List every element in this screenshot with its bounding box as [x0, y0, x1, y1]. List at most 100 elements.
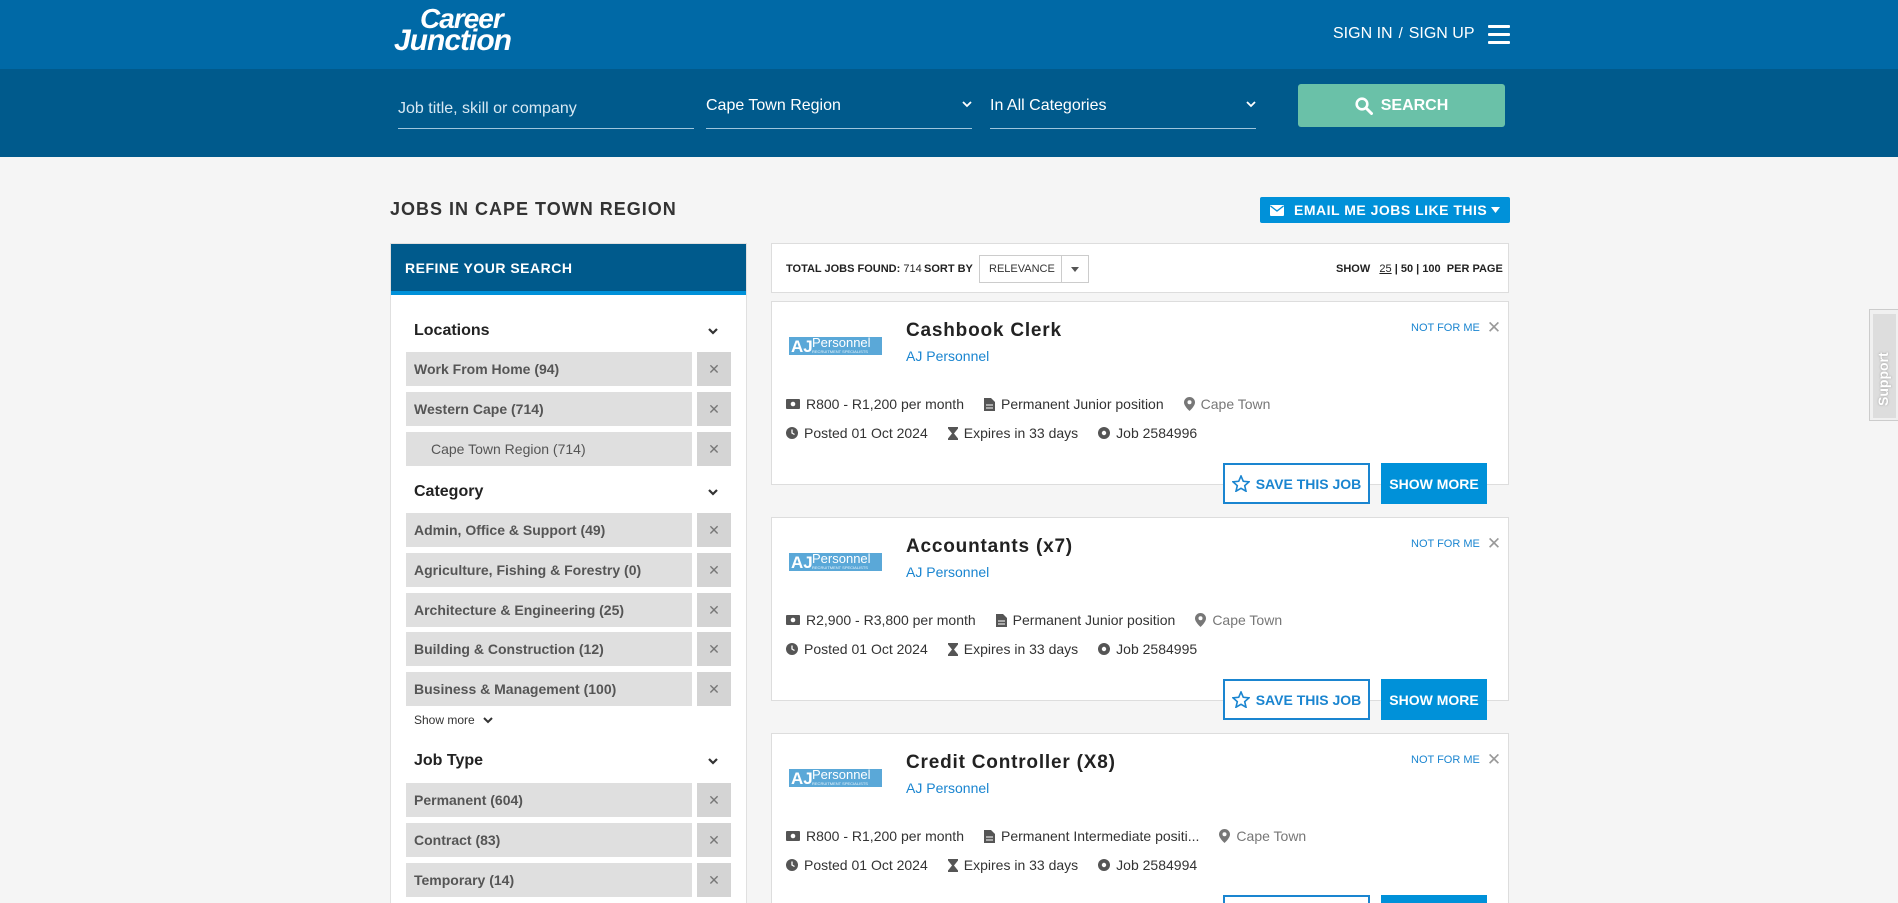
- sort-dropdown-toggle[interactable]: [1061, 256, 1088, 282]
- career-junction-logo[interactable]: Career Junction: [394, 5, 518, 56]
- remove-filter-icon[interactable]: ✕: [697, 823, 731, 857]
- filter-chip-cape-town-region[interactable]: Cape Town Region (714): [406, 432, 692, 466]
- search-button[interactable]: SEARCH: [1298, 84, 1505, 127]
- save-job-button[interactable]: SAVE THIS JOB: [1223, 679, 1370, 720]
- show-more-button[interactable]: SHOW MORE: [1381, 679, 1487, 720]
- job-reference: Job 2584994: [1116, 857, 1198, 873]
- reference-icon: [1098, 859, 1111, 871]
- remove-filter-icon[interactable]: ✕: [697, 392, 731, 426]
- job-title-link[interactable]: Credit Controller (X8): [906, 752, 1116, 774]
- support-tab[interactable]: Support: [1869, 309, 1898, 421]
- sign-in-link[interactable]: SIGN IN: [1333, 25, 1393, 42]
- job-meta-row: Posted 01 Oct 2024 Expires in 33 days Jo…: [786, 857, 1217, 873]
- save-job-label: SAVE THIS JOB: [1255, 691, 1362, 708]
- save-job-button[interactable]: SAVE THIS JOB: [1223, 463, 1370, 504]
- search-button-label: SEARCH: [1380, 96, 1449, 114]
- category-show-more-link[interactable]: Show more: [414, 713, 493, 727]
- job-meta-row: Posted 01 Oct 2024 Expires in 33 days Jo…: [786, 425, 1217, 441]
- close-icon[interactable]: ✕: [1487, 751, 1501, 768]
- close-icon[interactable]: ✕: [1487, 319, 1501, 336]
- remove-filter-icon[interactable]: ✕: [697, 432, 731, 466]
- not-for-me-label: NOT FOR ME: [1411, 754, 1480, 766]
- keyword-search-input[interactable]: [398, 97, 694, 121]
- save-job-button[interactable]: SAVE THIS JOB: [1223, 895, 1370, 903]
- sort-by-select[interactable]: RELEVANCE: [979, 255, 1089, 283]
- reference-icon: [1098, 427, 1111, 439]
- company-logo[interactable]: AJ Personnel RECRUITMENT SPECIALISTS: [787, 764, 884, 792]
- filter-chip-western-cape[interactable]: Western Cape (714): [406, 392, 692, 426]
- page-title: JOBS IN CAPE TOWN REGION: [390, 199, 677, 219]
- job-expires: Expires in 33 days: [963, 425, 1079, 441]
- chevron-down-icon: [1246, 101, 1256, 108]
- job-location: Cape Town: [1212, 612, 1283, 628]
- job-details-row: R800 - R1,200 per month Permanent Interm…: [786, 828, 1326, 844]
- keyword-field: [398, 97, 694, 129]
- remove-filter-icon[interactable]: ✕: [697, 783, 731, 817]
- company-link[interactable]: AJ Personnel: [906, 348, 989, 364]
- job-card[interactable]: AJ Personnel RECRUITMENT SPECIALISTS Cas…: [771, 301, 1509, 504]
- filter-chip-work-from-home[interactable]: Work From Home (94): [406, 352, 692, 386]
- company-logo[interactable]: AJ Personnel RECRUITMENT SPECIALISTS: [787, 548, 884, 576]
- not-for-me-button[interactable]: NOT FOR ME ✕: [1411, 535, 1501, 552]
- job-title-link[interactable]: Cashbook Clerk: [906, 320, 1062, 342]
- close-icon[interactable]: ✕: [1487, 535, 1501, 552]
- money-icon: [786, 831, 800, 841]
- show-more-button[interactable]: SHOW MORE: [1381, 895, 1487, 903]
- location-pin-icon: [1183, 397, 1195, 411]
- chevron-down-icon[interactable]: [707, 486, 719, 498]
- hamburger-menu-icon[interactable]: [1488, 25, 1510, 44]
- remove-filter-icon[interactable]: ✕: [697, 513, 731, 547]
- chevron-down-icon: [482, 717, 493, 724]
- support-tab-label: Support: [1875, 352, 1891, 406]
- filter-chip-architecture-engineering[interactable]: Architecture & Engineering (25): [406, 593, 692, 627]
- not-for-me-button[interactable]: NOT FOR ME ✕: [1411, 319, 1501, 336]
- region-select[interactable]: Cape Town Region: [706, 97, 972, 129]
- remove-filter-icon[interactable]: ✕: [697, 672, 731, 706]
- remove-filter-icon[interactable]: ✕: [697, 553, 731, 587]
- auth-separator: /: [1398, 25, 1403, 42]
- star-icon: [1231, 691, 1250, 708]
- job-salary: R800 - R1,200 per month: [806, 396, 964, 412]
- total-jobs-found: TOTAL JOBS FOUND: 714: [786, 263, 922, 275]
- filter-group-locations-title[interactable]: Locations: [414, 322, 490, 340]
- not-for-me-button[interactable]: NOT FOR ME ✕: [1411, 751, 1501, 768]
- per-page-100[interactable]: 100: [1422, 263, 1440, 275]
- filter-chip-building-construction[interactable]: Building & Construction (12): [406, 632, 692, 666]
- show-more-button[interactable]: SHOW MORE: [1381, 463, 1487, 504]
- svg-text:RECRUITMENT SPECIALISTS: RECRUITMENT SPECIALISTS: [812, 349, 868, 354]
- remove-filter-icon[interactable]: ✕: [697, 632, 731, 666]
- company-link[interactable]: AJ Personnel: [906, 564, 989, 580]
- svg-text:AJ: AJ: [791, 553, 813, 572]
- filter-group-category-title[interactable]: Category: [414, 483, 483, 501]
- job-card[interactable]: AJ Personnel RECRUITMENT SPECIALISTS Acc…: [771, 517, 1509, 720]
- job-location: Cape Town: [1200, 396, 1271, 412]
- svg-text:RECRUITMENT SPECIALISTS: RECRUITMENT SPECIALISTS: [812, 565, 868, 570]
- chevron-down-icon[interactable]: [707, 755, 719, 767]
- category-select[interactable]: In All Categories: [990, 97, 1256, 129]
- filter-group-job-type-title[interactable]: Job Type: [414, 752, 483, 770]
- company-logo[interactable]: AJ Personnel RECRUITMENT SPECIALISTS: [787, 332, 884, 360]
- job-reference: Job 2584995: [1116, 641, 1198, 657]
- per-page-50[interactable]: 50: [1401, 263, 1413, 275]
- email-me-jobs-button[interactable]: EMAIL ME JOBS LIKE THIS: [1260, 197, 1510, 223]
- filter-chip-business-management[interactable]: Business & Management (100): [406, 672, 692, 706]
- remove-filter-icon[interactable]: ✕: [697, 352, 731, 386]
- remove-filter-icon[interactable]: ✕: [697, 593, 731, 627]
- filter-chip-permanent[interactable]: Permanent (604): [406, 783, 692, 817]
- document-icon: [983, 397, 995, 411]
- job-reference: Job 2584996: [1116, 425, 1198, 441]
- company-link[interactable]: AJ Personnel: [906, 780, 989, 796]
- sign-up-link[interactable]: SIGN UP: [1409, 25, 1475, 42]
- clock-icon: [786, 859, 798, 871]
- job-card[interactable]: AJ Personnel RECRUITMENT SPECIALISTS Cre…: [771, 733, 1509, 903]
- filter-chip-temporary[interactable]: Temporary (14): [406, 863, 692, 897]
- job-posted-date: Posted 01 Oct 2024: [804, 857, 928, 873]
- remove-filter-icon[interactable]: ✕: [697, 863, 731, 897]
- job-title-link[interactable]: Accountants (x7): [906, 536, 1073, 558]
- filter-chip-contract[interactable]: Contract (83): [406, 823, 692, 857]
- filter-chip-admin-office-support[interactable]: Admin, Office & Support (49): [406, 513, 692, 547]
- filter-chip-agriculture[interactable]: Agriculture, Fishing & Forestry (0): [406, 553, 692, 587]
- chevron-down-icon[interactable]: [707, 325, 719, 337]
- job-salary: R2,900 - R3,800 per month: [806, 612, 976, 628]
- per-page-25[interactable]: 25: [1379, 263, 1391, 275]
